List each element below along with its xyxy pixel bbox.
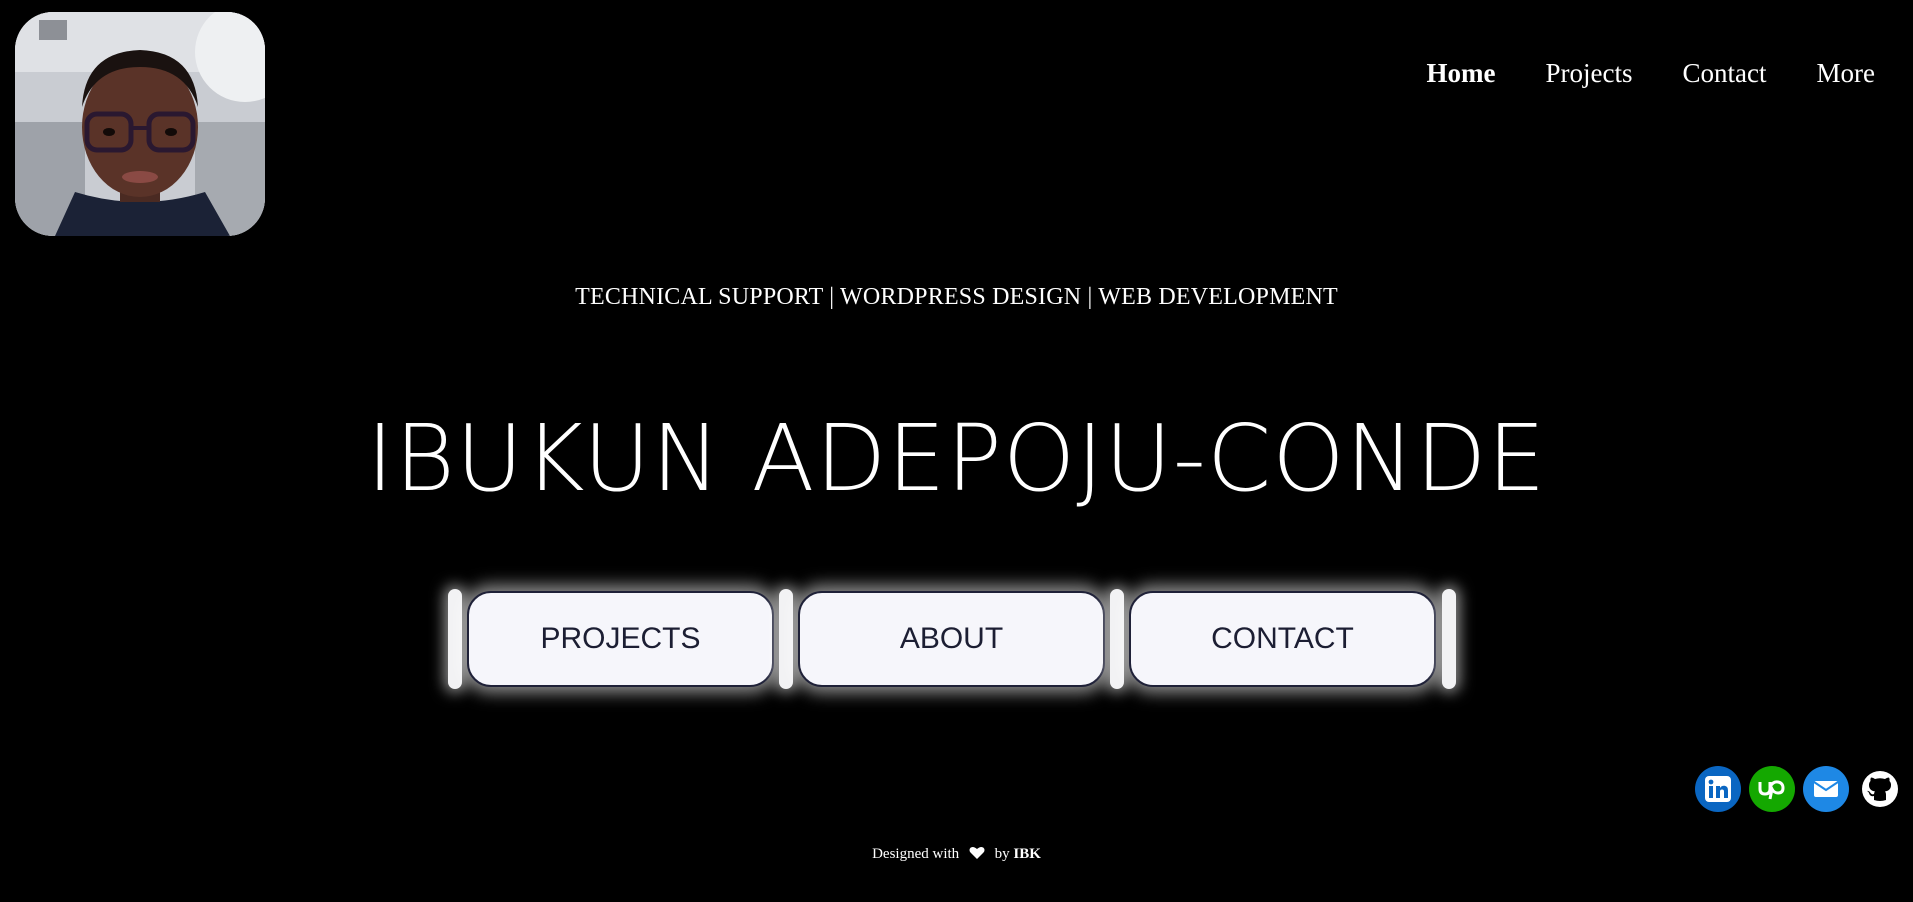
upwork-icon[interactable] xyxy=(1749,766,1795,812)
github-icon[interactable] xyxy=(1857,766,1903,812)
rail-cap xyxy=(779,589,793,689)
button-group: PROJECTS ABOUT CONTACT xyxy=(448,589,1458,691)
nav-contact[interactable]: Contact xyxy=(1683,58,1767,89)
rail-cap xyxy=(1442,589,1456,689)
nav-more[interactable]: More xyxy=(1817,58,1875,89)
nav-projects[interactable]: Projects xyxy=(1546,58,1633,89)
avatar xyxy=(15,12,265,236)
social-links xyxy=(1695,766,1903,812)
linkedin-icon[interactable] xyxy=(1695,766,1741,812)
projects-button[interactable]: PROJECTS xyxy=(467,591,774,687)
footer: Designed with by IBK xyxy=(0,846,1913,865)
rail-cap xyxy=(1110,589,1124,689)
tagline: TECHNICAL SUPPORT | WORDPRESS DESIGN | W… xyxy=(575,284,1338,310)
email-icon[interactable] xyxy=(1803,766,1849,812)
rail-cap xyxy=(448,589,462,689)
hero-name: IBUKUN ADEPOJU-CONDE xyxy=(366,405,1547,512)
nav-home[interactable]: Home xyxy=(1427,58,1496,89)
footer-by: by xyxy=(994,846,1010,862)
contact-button[interactable]: CONTACT xyxy=(1129,591,1436,687)
main-nav: Home Projects Contact More xyxy=(1427,58,1875,89)
about-button[interactable]: ABOUT xyxy=(798,591,1105,687)
page: Home Projects Contact More TECHNICAL SUP… xyxy=(0,0,1913,902)
heart-icon xyxy=(969,846,985,865)
footer-author: IBK xyxy=(1013,846,1041,862)
footer-designed-with: Designed with xyxy=(872,846,960,862)
